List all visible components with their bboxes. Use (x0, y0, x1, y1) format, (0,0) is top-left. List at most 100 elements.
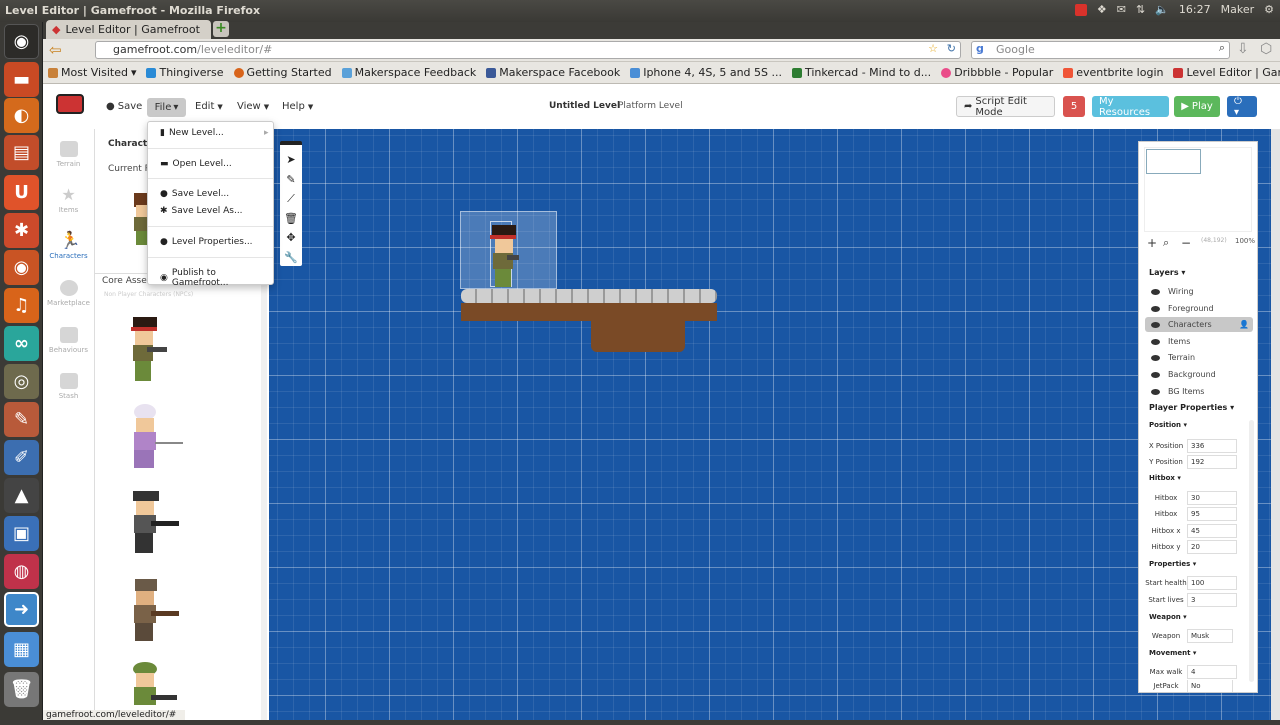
reload-icon[interactable]: ↻ (947, 42, 956, 55)
minimap[interactable] (1144, 147, 1252, 232)
new-tab-button[interactable]: + (213, 21, 229, 37)
npc-sprite-bandit[interactable] (127, 577, 183, 641)
bookmark-eventbrite[interactable]: eventbrite login (1063, 66, 1163, 79)
url-bar[interactable]: gamefroot.com/leveleditor/# ☆ ↻ (95, 41, 961, 59)
play-button[interactable]: ▶ Play (1174, 96, 1220, 117)
bookmark-iphone[interactable]: Iphone 4, 4S, 5 and 5S ... (630, 66, 782, 79)
position-section[interactable]: Position ▾ (1149, 421, 1187, 429)
level-name[interactable]: Untitled Level (549, 101, 620, 111)
move-tool-icon[interactable]: ✥ (284, 231, 298, 245)
ubuntu-one-icon[interactable]: U (4, 175, 39, 210)
help-menu-button[interactable]: Help ▼ (282, 101, 313, 112)
zoom-out-icon[interactable]: − (1181, 236, 1191, 250)
layer-bg-items[interactable]: BG Items (1145, 384, 1253, 399)
hitbox-y-field[interactable]: Hitbox y 20 (1145, 539, 1237, 554)
level-canvas[interactable] (269, 129, 1280, 720)
nav-stash[interactable]: Stash (43, 373, 94, 400)
hitbox-section[interactable]: Hitbox ▾ (1149, 474, 1181, 482)
bookmark-getting-started[interactable]: Getting Started (233, 66, 332, 79)
bookmark-most-visited[interactable]: Most Visited ▾ (48, 66, 136, 79)
blender-icon[interactable]: ◉ (4, 250, 39, 285)
virtualbox-icon[interactable]: ▣ (4, 516, 39, 551)
pencil-tool-icon[interactable]: ✎ (284, 173, 298, 187)
bookmark-level-editor[interactable]: Level Editor | Gamefr... (1173, 66, 1280, 79)
hitbox-height-field[interactable]: Hitbox 95 (1145, 506, 1237, 521)
firefox-icon[interactable]: ◐ (4, 98, 39, 133)
menu-save-level[interactable]: ● Save Level... (160, 189, 229, 199)
download-icon[interactable]: ⇩ (1237, 41, 1249, 57)
dirt-block[interactable] (591, 319, 685, 352)
layer-characters[interactable]: Characters 👤 (1145, 317, 1253, 332)
star-icon[interactable]: ☆ (928, 42, 938, 55)
workspaces-icon[interactable]: ▦ (4, 632, 39, 667)
layers-title[interactable]: Layers ▾ (1149, 268, 1185, 277)
hitbox-x-field[interactable]: Hitbox x 45 (1145, 523, 1237, 538)
notifications-badge[interactable]: 5 (1063, 96, 1085, 117)
nav-marketplace[interactable]: Marketplace (43, 280, 94, 307)
jetpack-select[interactable]: JetPack No (1145, 680, 1233, 692)
bookmark-tinkercad[interactable]: Tinkercad - Mind to d... (792, 66, 931, 79)
page-scrollbar[interactable] (1271, 129, 1280, 720)
extension-icon[interactable]: ⬡ (1260, 41, 1272, 57)
zoom-search-icon[interactable]: ⌕ (1163, 236, 1169, 250)
bookmark-makerspace-feedback[interactable]: Makerspace Feedback (341, 66, 476, 79)
wrench-tool-icon[interactable]: 🔧 (284, 251, 298, 265)
gamefroot-logo-icon[interactable] (56, 94, 84, 114)
nav-behaviours[interactable]: Behaviours (43, 327, 94, 354)
dropbox-icon[interactable]: ❖ (1097, 3, 1107, 16)
npc-sprite-rambo[interactable] (127, 317, 171, 381)
layer-background[interactable]: Background (1145, 367, 1253, 382)
search-icon[interactable]: ⌕ (1219, 41, 1225, 55)
tools-icon[interactable]: ▲ (4, 478, 39, 513)
audacity-icon[interactable]: ♫ (4, 288, 39, 323)
bookmark-thingiverse[interactable]: Thingiverse (146, 66, 224, 79)
nav-characters[interactable]: 🏃 Characters (43, 233, 94, 261)
y-position-field[interactable]: Y Position 192 (1145, 454, 1237, 469)
player-character[interactable] (487, 225, 521, 287)
layer-wiring[interactable]: Wiring (1145, 284, 1253, 299)
browser-tab[interactable]: ◆ Level Editor | Gamefroot (46, 20, 211, 39)
paint-icon[interactable]: ✎ (4, 402, 39, 437)
gimp-icon[interactable]: ◍ (4, 554, 39, 589)
menu-new-level[interactable]: ▮ New Level... ▸ (160, 128, 269, 138)
back-icon[interactable]: ⇦ (49, 41, 62, 59)
start-health-field[interactable]: Start health 100 (1145, 575, 1237, 590)
bookmark-dribbble[interactable]: Dribbble - Popular (941, 66, 1053, 79)
save-button[interactable]: ● Save (106, 101, 142, 112)
edit-menu-button[interactable]: Edit ▼ (195, 101, 223, 112)
x-position-field[interactable]: X Position 336 (1145, 438, 1237, 453)
view-menu-button[interactable]: View ▼ (237, 101, 269, 112)
nav-items[interactable]: ★ Items (43, 187, 94, 215)
zoom-in-icon[interactable]: + (1147, 236, 1157, 250)
layer-items[interactable]: Items (1145, 334, 1253, 349)
power-icon[interactable]: ⚙ (1264, 3, 1274, 16)
volume-icon[interactable]: 🔈 (1155, 3, 1169, 16)
power-menu-button[interactable]: ⏻ ▾ (1227, 96, 1257, 118)
max-walk-field[interactable]: Max walk 4 (1145, 664, 1237, 679)
stone-platform[interactable] (461, 289, 717, 303)
start-lives-field[interactable]: Start lives 3 (1145, 592, 1237, 607)
properties-section[interactable]: Properties ▾ (1149, 560, 1196, 568)
select-tool-icon[interactable]: ➤ (284, 153, 298, 167)
level-type[interactable]: Platform Level (618, 101, 683, 111)
mail-icon[interactable]: ✉ (1117, 3, 1126, 16)
trash-icon[interactable]: 🗑 (4, 672, 39, 707)
menu-level-properties[interactable]: ● Level Properties... (160, 237, 253, 247)
props-scrollbar[interactable] (1249, 420, 1254, 682)
layer-foreground[interactable]: Foreground (1145, 301, 1253, 316)
menu-publish[interactable]: ◉ Publish to Gamefroot... (160, 268, 273, 288)
minimap-viewport[interactable] (1146, 149, 1201, 174)
clock[interactable]: 16:27 (1179, 3, 1211, 16)
player-properties-title[interactable]: Player Properties ▾ (1149, 403, 1234, 412)
delete-tool-icon[interactable]: 🗑 (284, 212, 298, 226)
workspace-switcher-icon[interactable]: ➜ (4, 592, 39, 627)
search-input[interactable]: Google g ⌕ (971, 41, 1230, 59)
dash-icon[interactable]: ◉ (4, 24, 39, 59)
arduino-icon[interactable]: ∞ (4, 326, 39, 361)
line-tool-icon[interactable]: ⟋ (284, 192, 298, 206)
menu-open-level[interactable]: ▬ Open Level... (160, 159, 232, 169)
network-icon[interactable]: ⇅ (1136, 3, 1145, 16)
settings-icon[interactable]: ✱ (4, 213, 39, 248)
movement-section[interactable]: Movement ▾ (1149, 649, 1196, 657)
npc-sprite-sultan[interactable] (127, 404, 187, 468)
